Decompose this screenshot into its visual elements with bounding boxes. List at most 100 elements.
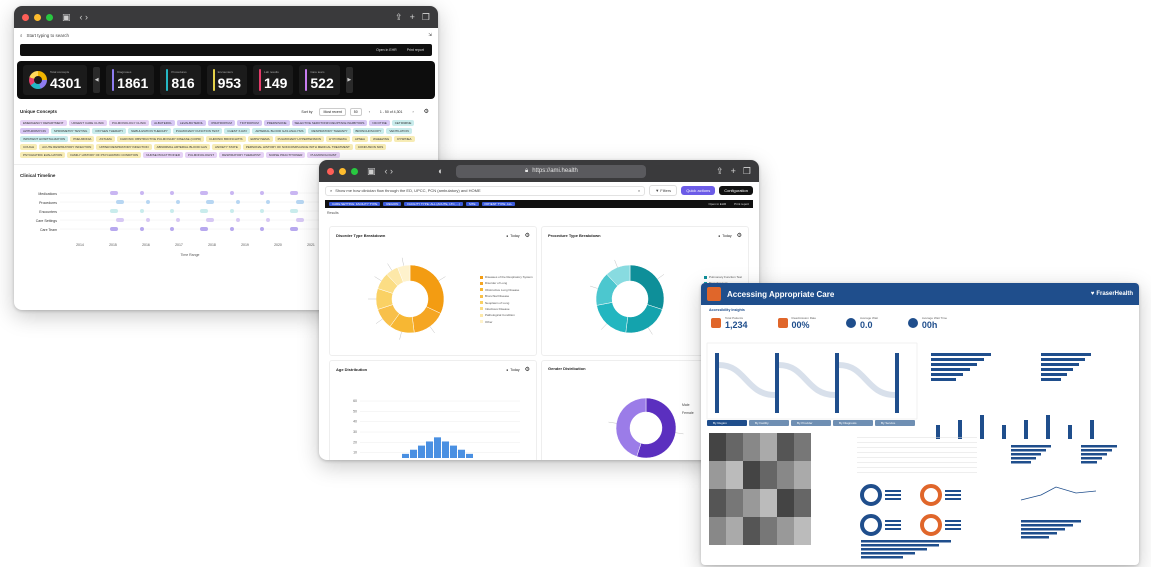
concept-chip[interactable]: CHRONIC OBSTRUCTIVE PULMONARY DISEASE (C… <box>116 136 205 142</box>
print-report-button[interactable]: Print report <box>407 48 424 52</box>
concept-chip[interactable]: NEBULIZATION THERAPY <box>128 128 171 134</box>
time-filter[interactable]: ● Today <box>506 368 519 372</box>
open-in-ehr-button[interactable]: Open in EHR <box>708 202 726 206</box>
concept-chip[interactable]: CHEST X-RAY <box>224 128 251 134</box>
query-input[interactable]: ⌕ Show me how clinician flow through the… <box>325 185 646 196</box>
concept-chip[interactable]: PNEUMONIA <box>70 136 95 142</box>
page-prev-icon[interactable]: ‹ <box>366 109 373 115</box>
concept-chip[interactable]: ABNORMAL ARTERIAL BLOOD GAS <box>153 144 210 150</box>
tab-by-provider[interactable]: By Provider <box>791 420 831 426</box>
stat-total-concepts[interactable]: Total concepts 4301 <box>23 65 88 95</box>
quick-actions-button[interactable]: Quick actions <box>681 186 716 195</box>
concept-chip[interactable]: OXYGEN THERAPY <box>92 128 127 134</box>
settings-gear-icon[interactable]: ⚙ <box>525 366 530 373</box>
concept-chip[interactable]: LEVALBUTEROL <box>176 120 207 126</box>
concept-chip[interactable]: RESPIRATORY THERAPY <box>308 128 351 134</box>
address-bar[interactable]: 🔒︎ https://ami.health <box>456 164 647 178</box>
clear-icon[interactable]: × <box>638 188 640 193</box>
concept-chip[interactable]: COUGH <box>20 144 38 150</box>
concept-chip[interactable]: BRONCHOSCOPY <box>352 128 385 134</box>
open-in-ehr-button[interactable]: Open in EHR <box>376 48 397 52</box>
concept-chip[interactable]: DYSPNEA <box>394 136 415 142</box>
legend-item[interactable]: Bronchial Disease <box>480 294 533 298</box>
concept-chip[interactable]: NURSE PRACTITIONER <box>143 152 183 158</box>
legend-item[interactable]: Pulmonary Function Test <box>704 275 742 279</box>
concept-chip[interactable]: ACUTE RESPIRATORY INFECTION <box>39 144 95 150</box>
concept-chip[interactable]: PSYCHIATRIC EVALUATION <box>20 152 66 158</box>
search-bar[interactable]: ⌕ Start typing to search ⇲ <box>14 28 438 42</box>
share-icon[interactable]: ⇪ <box>716 166 724 177</box>
filter-tag[interactable]: CARE SETTING: FACILITY TYPE <box>329 202 381 206</box>
concept-chip[interactable]: PULMONOLOGY CLINIC <box>108 120 150 126</box>
settings-gear-icon[interactable]: ⚙ <box>525 232 530 239</box>
tab-by-region[interactable]: By Region <box>707 420 747 426</box>
minimize-window-button[interactable] <box>339 167 346 175</box>
sort-select[interactable]: Most recent <box>319 107 346 116</box>
concept-chip[interactable]: ALBUTEROL <box>151 120 175 126</box>
tabs-overview-icon[interactable]: ❐ <box>743 166 751 177</box>
concept-chip[interactable]: ASTHMA <box>96 136 115 142</box>
concept-chip[interactable]: NICOTINE <box>369 120 390 126</box>
concept-chip[interactable]: URGENT CARE CLINIC <box>68 120 107 126</box>
minimize-window-button[interactable] <box>34 13 41 21</box>
concept-chip[interactable]: SELECTIVE SEROTONIN REUPTAKE INHIBITORS <box>291 120 368 126</box>
concept-chip[interactable]: CHRONIC BRONCHITIS <box>206 136 246 142</box>
concept-chip[interactable]: ANXIETY STATE <box>212 144 241 150</box>
concept-chip[interactable]: RESPIRATORY THERAPIST <box>219 152 264 158</box>
concept-chip[interactable]: UPPER RESPIRATORY INFECTION <box>96 144 152 150</box>
back-forward-icon[interactable]: ‹ › <box>385 166 394 176</box>
concept-chip[interactable]: HYPOXEMIA <box>326 136 350 142</box>
concept-chip[interactable]: AZITHROMYCIN <box>20 128 49 134</box>
scroll-left-button[interactable]: ◀ <box>93 67 101 93</box>
print-report-button[interactable]: Print report <box>734 202 749 206</box>
concept-chip[interactable]: NURSE PRACTITIONER <box>265 152 306 158</box>
filter-tag[interactable]: PATIENT TYPE: ALL <box>481 202 516 206</box>
legend-item[interactable]: Diseases of the Respiratory System <box>480 275 533 279</box>
page-size-select[interactable]: 50 <box>349 107 362 116</box>
concept-chip[interactable]: IPRATROPIUM <box>208 120 235 126</box>
maximize-window-button[interactable] <box>351 167 358 175</box>
concept-chip[interactable]: CETIRIZINE <box>391 120 415 126</box>
filter-tag[interactable]: SITE <box>465 202 479 206</box>
tab-by-service[interactable]: By Service <box>875 420 915 426</box>
concept-chip[interactable]: TIOTROPIUM <box>236 120 262 126</box>
stat-lab-results[interactable]: Lab results 149 <box>253 65 294 95</box>
filter-tag[interactable]: REGION <box>383 202 402 206</box>
filter-tag[interactable]: FACILITY TYPE: ALL (ACUTE, LTC, ...) <box>404 202 463 206</box>
close-window-button[interactable] <box>22 13 29 21</box>
stat-encounters[interactable]: Encounters 953 <box>206 65 248 95</box>
legend-item[interactable]: Infectious Disease <box>480 307 533 311</box>
new-tab-icon[interactable]: + <box>731 166 736 177</box>
concept-chip[interactable]: CONFUSION NOS <box>354 144 387 150</box>
settings-gear-icon[interactable]: ⚙ <box>421 107 432 116</box>
concept-chip[interactable]: FAMILY HISTORY OF PSYCHIATRIC CONDITION <box>67 152 142 158</box>
concept-chip[interactable]: PULMONARY HYPERTENSION <box>274 136 325 142</box>
concept-chip[interactable]: PERSONAL HISTORY OF NONCOMPLIANCE WITH M… <box>242 144 353 150</box>
concept-chip[interactable]: ARTERIAL BLOOD GAS ANALYSIS <box>252 128 307 134</box>
concept-chip[interactable]: PULMONOLOGIST <box>184 152 218 158</box>
concept-chip[interactable]: SPIROMETRY TESTING <box>50 128 91 134</box>
back-forward-icon[interactable]: ‹ › <box>80 12 89 22</box>
tab-by-facility[interactable]: By Facility <box>749 420 789 426</box>
concept-chip[interactable]: INPATIENT HOSPITALIZATION <box>20 136 69 142</box>
time-filter[interactable]: ● Today <box>506 234 519 238</box>
search-input[interactable]: Start typing to search <box>27 33 70 38</box>
concept-chip[interactable]: EMPHYSEMA <box>247 136 273 142</box>
stat-care-team[interactable]: Care team 522 <box>299 65 340 95</box>
settings-gear-icon[interactable]: ⚙ <box>737 232 742 239</box>
sidebar-toggle-icon[interactable]: ▣ <box>62 12 71 23</box>
stat-procedures[interactable]: Procedures 816 <box>160 65 201 95</box>
concept-chip[interactable]: WHEEZING <box>370 136 393 142</box>
sidebar-toggle-icon[interactable]: ▣ <box>367 166 376 177</box>
tab-by-diagnosis[interactable]: By Diagnosis <box>833 420 873 426</box>
legend-item[interactable]: Neoplasm of Lung <box>480 301 533 305</box>
maximize-window-button[interactable] <box>46 13 53 21</box>
concept-chip[interactable]: PULMONOLOGIST <box>307 152 340 158</box>
scroll-right-button[interactable]: ▶ <box>345 67 353 93</box>
expand-icon[interactable]: ⇲ <box>428 32 432 38</box>
time-filter[interactable]: ● Today <box>718 234 731 238</box>
concept-chip[interactable]: EMERGENCY DEPARTMENT <box>20 120 67 126</box>
concept-chip[interactable]: PREDNISONE <box>263 120 290 126</box>
concept-chip[interactable]: VENTILATION <box>386 128 412 134</box>
close-window-button[interactable] <box>327 167 334 175</box>
